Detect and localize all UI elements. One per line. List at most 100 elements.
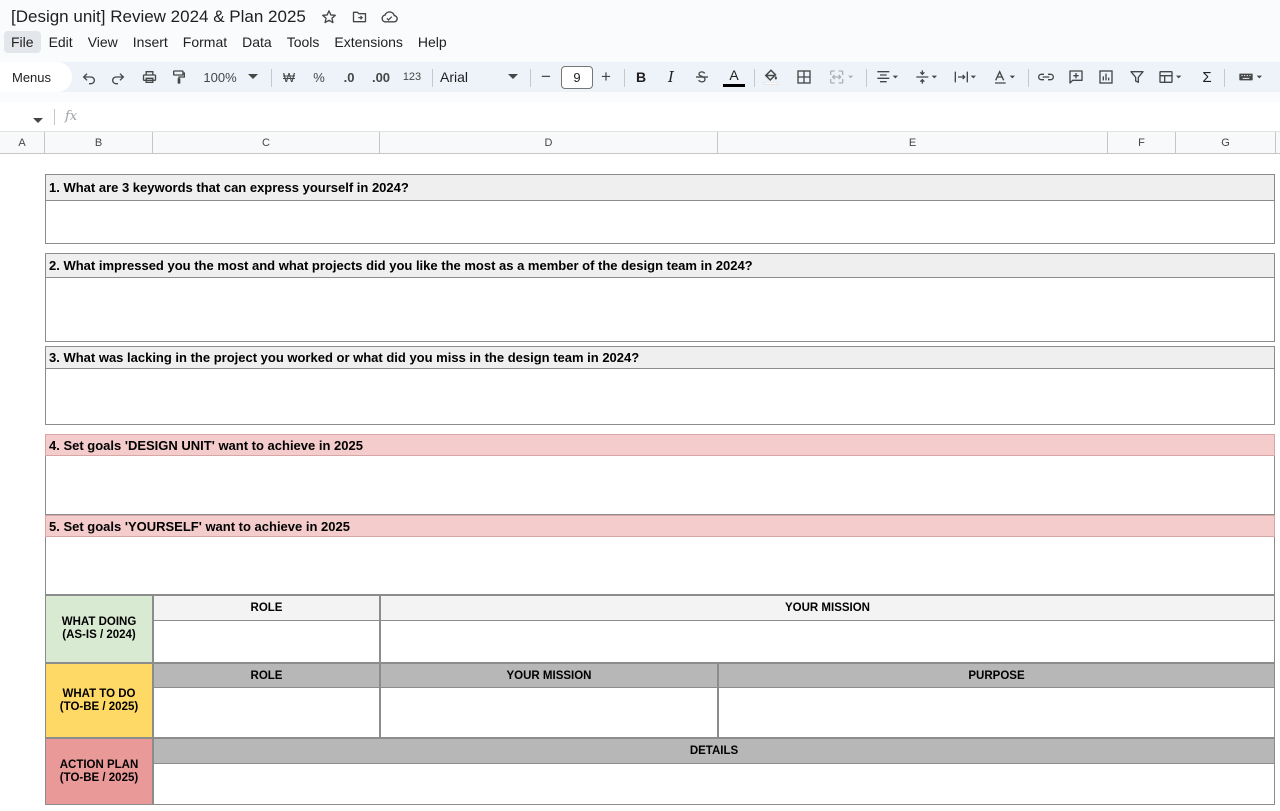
font-dropdown-icon[interactable] xyxy=(506,65,520,89)
decrease-decimal-label: .0 xyxy=(343,69,355,85)
what-doing-mission-header[interactable]: YOUR MISSION xyxy=(380,595,1275,621)
menus-search-button[interactable]: Menus xyxy=(0,62,72,92)
increase-decimal-button[interactable]: .00 xyxy=(368,65,394,89)
question-3-cell[interactable]: 3. What was lacking in the project you w… xyxy=(45,346,1275,369)
what-doing-label-cell[interactable]: WHAT DOING (AS-IS / 2024) xyxy=(45,595,153,663)
column-header-e[interactable]: E xyxy=(718,132,1108,154)
goal-yourself-cell[interactable]: 5. Set goals 'YOURSELF' want to achieve … xyxy=(45,515,1275,537)
menu-data[interactable]: Data xyxy=(235,31,279,53)
menu-extensions[interactable]: Extensions xyxy=(327,31,409,53)
merge-cells-icon[interactable] xyxy=(824,65,860,89)
what-to-do-purpose-cell[interactable] xyxy=(718,688,1275,738)
percent-format-button[interactable]: % xyxy=(310,65,328,89)
toolbar-divider xyxy=(866,69,867,87)
menu-bar: File Edit View Insert Format Data Tools … xyxy=(0,30,1280,54)
title-bar: [Design unit] Review 2024 & Plan 2025 xyxy=(0,0,1280,30)
toolbar-divider xyxy=(1028,69,1029,87)
what-to-do-mission-header[interactable]: YOUR MISSION xyxy=(380,663,718,688)
text-color-swatch xyxy=(723,83,745,87)
filter-icon[interactable] xyxy=(1127,65,1147,89)
toolbar-divider xyxy=(1224,69,1225,87)
column-headers: A B C D E F G xyxy=(0,132,1280,154)
fill-color-icon[interactable] xyxy=(760,65,782,89)
what-to-do-role-header[interactable]: ROLE xyxy=(153,663,380,688)
zoom-dropdown-icon[interactable] xyxy=(246,65,260,89)
question-1-cell[interactable]: 1. What are 3 keywords that can express … xyxy=(45,174,1275,201)
decrease-decimal-button[interactable]: .0 xyxy=(338,65,360,89)
currency-format-button[interactable]: ₩ xyxy=(280,65,298,89)
filter-views-icon[interactable] xyxy=(1155,65,1189,89)
menu-file[interactable]: File xyxy=(4,31,41,53)
insert-chart-icon[interactable] xyxy=(1096,65,1116,89)
what-to-do-purpose-header[interactable]: PURPOSE xyxy=(718,663,1275,688)
insert-comment-icon[interactable] xyxy=(1066,65,1086,89)
undo-icon[interactable] xyxy=(79,65,99,89)
increase-font-size-button[interactable]: + xyxy=(598,65,614,89)
column-header-a[interactable]: A xyxy=(0,132,45,154)
more-formats-button[interactable]: 123 xyxy=(400,65,424,89)
menu-help[interactable]: Help xyxy=(411,31,454,53)
input-tools-icon[interactable] xyxy=(1234,65,1270,89)
column-header-f[interactable]: F xyxy=(1108,132,1176,154)
column-header-g[interactable]: G xyxy=(1176,132,1276,154)
text-color-button[interactable]: A xyxy=(722,65,746,89)
toolbar-divider xyxy=(432,69,433,87)
action-plan-label-cell[interactable]: ACTION PLAN (TO-BE / 2025) xyxy=(45,738,153,805)
toolbar-divider xyxy=(624,69,625,87)
menu-tools[interactable]: Tools xyxy=(280,31,327,53)
what-to-do-role-cell[interactable] xyxy=(153,688,380,738)
document-title[interactable]: [Design unit] Review 2024 & Plan 2025 xyxy=(11,7,306,27)
menu-format[interactable]: Format xyxy=(176,31,234,53)
redo-icon[interactable] xyxy=(108,65,128,89)
functions-button[interactable]: Σ xyxy=(1198,65,1216,89)
goal-yourself-answer-cell[interactable] xyxy=(45,537,1275,595)
menu-edit[interactable]: Edit xyxy=(42,31,80,53)
decrease-font-size-button[interactable]: − xyxy=(538,65,554,89)
column-header-c[interactable]: C xyxy=(153,132,380,154)
answer-2-cell[interactable] xyxy=(45,278,1275,342)
vertical-align-icon[interactable] xyxy=(911,65,943,89)
answer-1-cell[interactable] xyxy=(45,201,1275,244)
borders-icon[interactable] xyxy=(794,65,814,89)
font-select[interactable]: Arial xyxy=(440,65,500,89)
goal-design-unit-cell[interactable]: 4. Set goals 'DESIGN UNIT' want to achie… xyxy=(45,434,1275,456)
text-rotation-icon[interactable] xyxy=(989,65,1021,89)
horizontal-align-icon[interactable] xyxy=(872,65,904,89)
menu-view[interactable]: View xyxy=(81,31,125,53)
answer-3-cell[interactable] xyxy=(45,369,1275,425)
what-doing-mission-cell[interactable] xyxy=(380,621,1275,663)
toolbar-divider xyxy=(530,69,531,87)
cloud-status-icon[interactable] xyxy=(380,8,398,26)
action-plan-details-header[interactable]: DETAILS xyxy=(153,738,1275,764)
toolbar-divider xyxy=(754,69,755,87)
toolbar-area: Menus 100% ₩ % .0 .00 123 Arial − 9 + B … xyxy=(0,54,1280,102)
strikethrough-icon[interactable] xyxy=(692,65,712,89)
toolbar-divider xyxy=(271,69,272,87)
formula-bar: fx xyxy=(0,102,1280,132)
column-header-b[interactable]: B xyxy=(45,132,153,154)
italic-button[interactable]: I xyxy=(662,65,680,89)
what-doing-role-header[interactable]: ROLE xyxy=(153,595,380,621)
fx-icon: fx xyxy=(65,109,78,124)
increase-decimal-label: .00 xyxy=(371,69,391,85)
question-2-cell[interactable]: 2. What impressed you the most and what … xyxy=(45,253,1275,278)
bold-button[interactable]: B xyxy=(632,65,650,89)
paint-format-icon[interactable] xyxy=(168,65,190,89)
move-to-folder-icon[interactable] xyxy=(350,8,368,26)
text-wrapping-icon[interactable] xyxy=(950,65,982,89)
formula-bar-divider xyxy=(54,109,55,125)
print-icon[interactable] xyxy=(138,65,160,89)
insert-link-icon[interactable] xyxy=(1035,65,1057,89)
font-size-input[interactable]: 9 xyxy=(561,66,593,89)
star-icon[interactable] xyxy=(320,8,338,26)
menu-insert[interactable]: Insert xyxy=(126,31,175,53)
name-box-dropdown-icon[interactable] xyxy=(33,111,43,129)
action-plan-details-cell[interactable] xyxy=(153,764,1275,805)
what-to-do-label-cell[interactable]: WHAT TO DO (TO-BE / 2025) xyxy=(45,663,153,738)
column-header-d[interactable]: D xyxy=(380,132,718,154)
zoom-select[interactable]: 100% xyxy=(200,65,240,89)
goal-design-unit-answer-cell[interactable] xyxy=(45,456,1275,515)
what-to-do-mission-cell[interactable] xyxy=(380,688,718,738)
what-doing-role-cell[interactable] xyxy=(153,621,380,663)
text-color-label: A xyxy=(729,66,739,83)
